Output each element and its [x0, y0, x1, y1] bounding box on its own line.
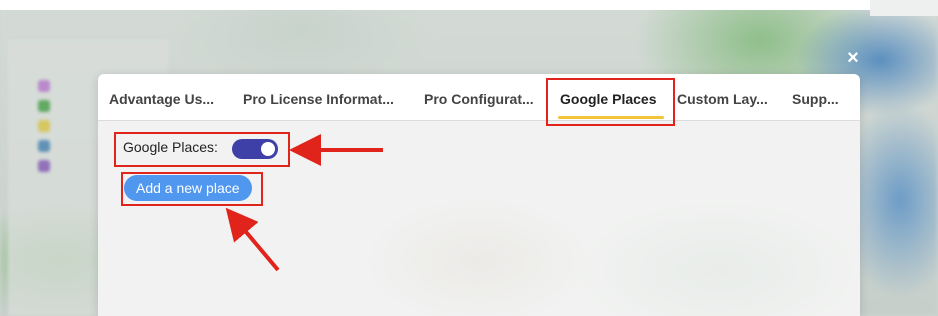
arrow-to-add-button	[225, 207, 280, 272]
annotation-arrows	[225, 134, 383, 272]
